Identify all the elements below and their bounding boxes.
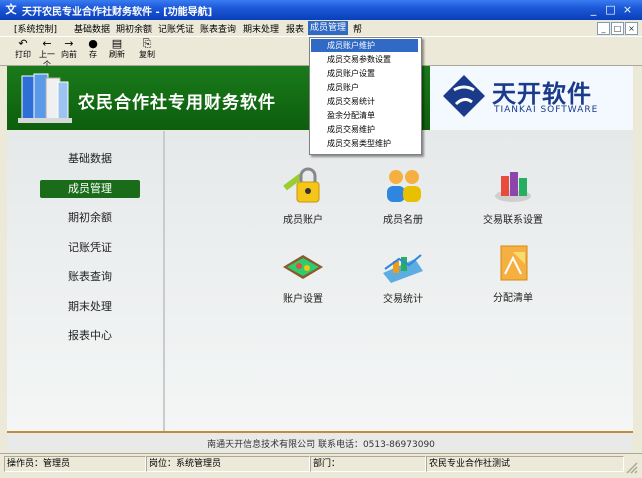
feature-member-roster[interactable]: 成员名册: [353, 166, 453, 226]
sidebar-item-period-end[interactable]: 期末处理: [40, 298, 140, 316]
toolbar-label: 存: [89, 50, 97, 59]
menu-system-control[interactable]: [系统控制]: [14, 22, 57, 35]
sidebar-item-vouchers[interactable]: 记账凭证: [40, 239, 140, 257]
account-settings-icon: [283, 255, 323, 279]
toolbar-save[interactable]: ● 存: [82, 38, 104, 60]
minimize-button[interactable]: _: [586, 3, 601, 17]
brand-subtitle: TIANKAI SOFTWARE: [494, 105, 599, 115]
mdi-minimize-button[interactable]: _: [597, 22, 610, 35]
feature-label: 成员名册: [383, 215, 423, 226]
dropdown-item-trade-type-maintenance[interactable]: 成员交易类型维护: [327, 137, 415, 150]
feature-trade-statistics[interactable]: 交易统计: [353, 249, 453, 305]
brand-name: 天开软件: [492, 80, 592, 108]
menu-basic-data[interactable]: 基础数据: [74, 22, 110, 35]
feature-member-account[interactable]: 成员账户: [253, 166, 353, 226]
toolbar-label: 向前: [61, 50, 77, 59]
menu-ledger-query[interactable]: 账表查询: [200, 22, 236, 35]
mdi-restore-button[interactable]: □: [611, 22, 624, 35]
toolbar-copy[interactable]: ⎘ 复制: [136, 38, 158, 60]
footer-contact: 南通天开信息技术有限公司 联系电话：0513-86973090: [207, 440, 435, 450]
dropdown-item-surplus-distribution[interactable]: 盈余分配清单: [327, 109, 415, 122]
banner-title: 农民合作社专用财务软件: [78, 93, 276, 113]
toolbar-refresh[interactable]: ▤ 刷新: [106, 38, 128, 60]
sidebar-item-opening-balance[interactable]: 期初余额: [40, 209, 140, 227]
status-entity: 农民专业合作社测试: [426, 456, 624, 472]
trade-settings-icon: [495, 172, 531, 202]
maximize-button[interactable]: □: [603, 3, 618, 17]
refresh-icon: ▤: [111, 37, 123, 50]
dropdown-item-member-account[interactable]: 成员账户: [327, 81, 415, 94]
toolbar-label: 刷新: [109, 50, 125, 59]
sidebar-divider: [163, 131, 165, 431]
status-department: 部门：: [310, 456, 426, 472]
feature-label: 交易统计: [383, 294, 423, 305]
books-icon: [18, 73, 72, 123]
members-icon: [387, 170, 421, 202]
toolbar-forward[interactable]: → 向前: [58, 38, 80, 60]
dropdown-item-account-settings[interactable]: 成员账户设置: [327, 67, 415, 80]
feature-label: 交易联系设置: [483, 215, 543, 226]
tiankai-logo-icon: [443, 75, 485, 117]
dropdown-item-trade-maintenance[interactable]: 成员交易维护: [327, 123, 415, 136]
distribution-icon: [500, 245, 528, 281]
dropdown-item-trade-statistics[interactable]: 成员交易统计: [327, 95, 415, 108]
lock-icon: [283, 167, 320, 203]
sidebar-item-report-center[interactable]: 报表中心: [40, 327, 140, 345]
dropdown-item-trade-params[interactable]: 成员交易参数设置: [327, 53, 415, 66]
feature-distribution-list[interactable]: 分配清单: [463, 244, 563, 304]
close-button[interactable]: ×: [620, 3, 635, 17]
resize-grip-icon[interactable]: [624, 460, 638, 474]
copy-icon: ⎘: [142, 37, 152, 50]
menu-opening-balance[interactable]: 期初余额: [116, 22, 152, 35]
toolbar-label: 打印: [15, 50, 31, 59]
menu-member-management[interactable]: 成员管理: [308, 21, 349, 35]
print-icon: ↶: [18, 37, 28, 50]
arrow-right-icon: →: [64, 37, 74, 50]
feature-account-settings[interactable]: 账户设置: [253, 249, 353, 305]
sidebar-item-member-management[interactable]: 成员管理: [40, 180, 140, 198]
menu-reports[interactable]: 报表: [286, 22, 304, 35]
toolbar-print[interactable]: ↶ 打印: [12, 38, 34, 60]
sidebar-item-basic-data[interactable]: 基础数据: [40, 150, 140, 168]
menu-help[interactable]: 帮: [353, 22, 362, 35]
sidebar-item-ledger-query[interactable]: 账表查询: [40, 268, 140, 286]
feature-trade-settings[interactable]: 交易联系设置: [463, 166, 563, 226]
status-position: 岗位：系统管理员: [146, 456, 310, 472]
dropdown-item-member-account-maintenance[interactable]: 成员账户维护: [311, 39, 418, 52]
menu-vouchers[interactable]: 记账凭证: [158, 22, 194, 35]
save-icon: ●: [88, 37, 98, 50]
feature-label: 成员账户: [283, 215, 323, 226]
feature-label: 账户设置: [283, 294, 323, 305]
status-operator: 操作员：管理员: [4, 456, 146, 472]
feature-label: 分配清单: [493, 293, 533, 304]
app-icon[interactable]: 文: [4, 3, 18, 17]
mdi-close-button[interactable]: ×: [625, 22, 638, 35]
toolbar-label: 复制: [139, 50, 155, 59]
window-title: 天开农民专业合作社财务软件 - [功能导航]: [22, 7, 213, 18]
statistics-icon: [383, 254, 423, 283]
arrow-left-icon: ←: [42, 37, 52, 50]
menu-period-end[interactable]: 期末处理: [243, 22, 279, 35]
